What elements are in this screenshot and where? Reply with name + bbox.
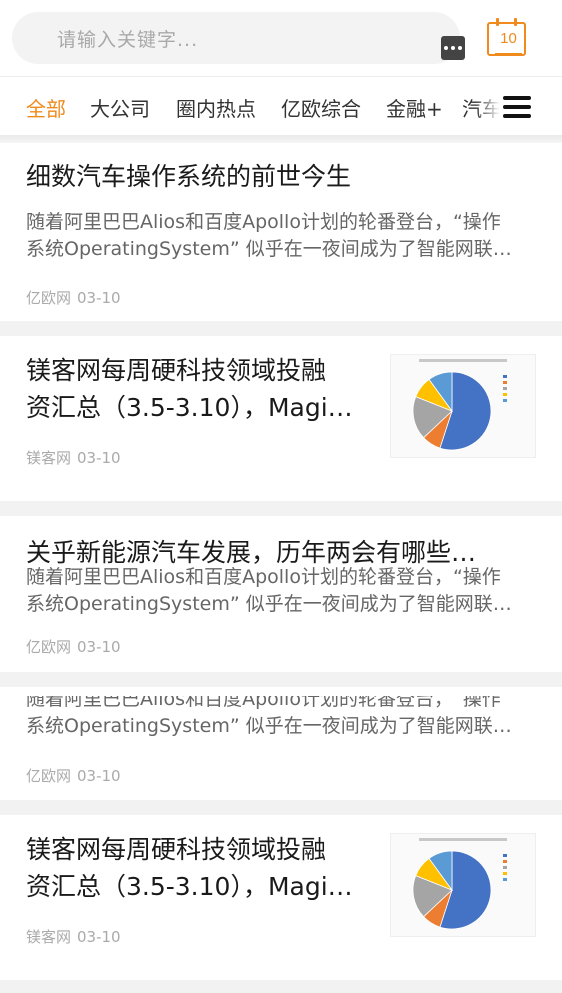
article-meta: 亿欧网 03-10 xyxy=(26,287,121,308)
card-separator xyxy=(0,980,562,993)
category-tabs: 全部 大公司 圈内热点 亿欧综合 金融+ 汽车 xyxy=(0,77,562,135)
article-date: 03-10 xyxy=(77,767,121,785)
article-source: 镁客网 xyxy=(26,449,72,467)
title-line: 镁客网每周硬科技领域投融 xyxy=(26,835,327,864)
pie-chart xyxy=(412,359,507,451)
calendar-ring-right xyxy=(514,18,517,26)
article-card[interactable]: 细数汽车操作系统的前世今生 随着阿里巴巴Alios和百度Apollo计划的轮番登… xyxy=(0,143,562,321)
calendar-underline xyxy=(495,53,522,55)
search-placeholder[interactable]: 请输入关键字... xyxy=(57,25,198,52)
calendar-day: 10 xyxy=(500,30,517,47)
legend-swatch xyxy=(503,872,507,875)
article-summary: 随着阿里巴巴Alios和百度Apollo计划的轮番登台，“操作 系统Operat… xyxy=(26,209,526,263)
article-source: 亿欧网 xyxy=(26,638,72,656)
pie-chart-thumbnail[interactable] xyxy=(390,354,536,458)
article-title: 镁客网每周硬科技领域投融 资汇总（3.5-3.10），Magi… xyxy=(26,831,376,905)
legend-swatch xyxy=(503,381,507,384)
tab-fade xyxy=(476,77,506,135)
card-separator xyxy=(0,800,562,815)
article-source: 亿欧网 xyxy=(26,289,72,307)
summary-line: 系统OperatingSystem” 似乎在一夜间成为了智能网联… xyxy=(26,593,512,615)
title-line: 资汇总（3.5-3.10），Magi… xyxy=(26,393,353,422)
card-separator xyxy=(0,501,562,516)
article-meta: 亿欧网 03-10 xyxy=(26,765,121,786)
article-meta: 亿欧网 03-10 xyxy=(26,636,121,657)
article-card[interactable]: 关乎新能源汽车发展，历年两会有哪些… 随着阿里巴巴Alios和百度Apollo计… xyxy=(0,516,562,672)
search-bar[interactable]: 请输入关键字... xyxy=(12,12,465,64)
summary-line: 随着阿里巴巴Alios和百度Apollo计划的轮番登台，“操作 xyxy=(26,211,501,233)
summary-clip: 随着阿里巴巴Alios和百度Apollo计划的轮番登台，“操作 系统Operat… xyxy=(26,564,526,616)
article-source: 亿欧网 xyxy=(26,767,72,785)
top-bar: 请输入关键字... 10 xyxy=(0,0,562,76)
article-meta: 镁客网 03-10 xyxy=(26,926,121,947)
card-separator xyxy=(0,672,562,687)
summary-line: 系统OperatingSystem” 似乎在一夜间成为了智能网联… xyxy=(26,715,512,737)
article-date: 03-10 xyxy=(77,638,121,656)
summary-line: 随着阿里巴巴Alios和百度Apollo计划的轮番登台，“操作 xyxy=(26,696,501,710)
legend-swatch xyxy=(503,866,507,869)
article-card[interactable]: 随着阿里巴巴Alios和百度Apollo计划的轮番登台，“操作 系统Operat… xyxy=(0,687,562,800)
article-title: 细数汽车操作系统的前世今生 xyxy=(26,162,352,191)
title-line: 资汇总（3.5-3.10），Magi… xyxy=(26,872,353,901)
title-line: 镁客网每周硬科技领域投融 xyxy=(26,356,327,385)
pie-chart xyxy=(412,838,507,930)
summary-line: 随着阿里巴巴Alios和百度Apollo计划的轮番登台，“操作 xyxy=(26,566,501,588)
legend-swatch xyxy=(503,393,507,396)
legend-swatch xyxy=(503,878,507,881)
more-dots-icon[interactable] xyxy=(441,36,465,60)
article-meta: 镁客网 03-10 xyxy=(26,447,121,468)
thumb-caption xyxy=(419,359,507,362)
article-date: 03-10 xyxy=(77,449,121,467)
summary-line: 系统OperatingSystem” 似乎在一夜间成为了智能网联… xyxy=(26,238,512,260)
article-summary: 随着阿里巴巴Alios和百度Apollo计划的轮番登台，“操作 系统Operat… xyxy=(26,560,526,616)
hamburger-menu-icon[interactable] xyxy=(503,96,531,118)
calendar-ring-left xyxy=(496,18,499,26)
article-source: 镁客网 xyxy=(26,928,72,946)
article-summary: 随着阿里巴巴Alios和百度Apollo计划的轮番登台，“操作 系统Operat… xyxy=(26,696,526,744)
legend-swatch xyxy=(503,860,507,863)
pie-chart-thumbnail[interactable] xyxy=(390,833,536,937)
legend-swatch xyxy=(503,399,507,402)
article-date: 03-10 xyxy=(77,289,121,307)
tab-big-companies[interactable]: 大公司 xyxy=(90,93,150,122)
tab-iyiou-general[interactable]: 亿欧综合 xyxy=(281,93,361,122)
tabs-shadow xyxy=(0,135,562,143)
article-date: 03-10 xyxy=(77,928,121,946)
article-card[interactable]: 镁客网每周硬科技领域投融 资汇总（3.5-3.10），Magi… 镁客网 03-1… xyxy=(0,815,562,980)
calendar-icon[interactable]: 10 xyxy=(487,18,526,57)
tab-all[interactable]: 全部 xyxy=(26,93,66,122)
calendar-frame: 10 xyxy=(487,22,526,56)
card-separator xyxy=(0,321,562,336)
legend-swatch xyxy=(503,375,507,378)
tab-finance[interactable]: 金融+ xyxy=(386,93,443,122)
article-title: 镁客网每周硬科技领域投融 资汇总（3.5-3.10），Magi… xyxy=(26,352,376,426)
legend-swatch xyxy=(503,854,507,857)
tab-hot-topics[interactable]: 圈内热点 xyxy=(176,93,256,122)
article-card[interactable]: 镁客网每周硬科技领域投融 资汇总（3.5-3.10），Magi… 镁客网 03-1… xyxy=(0,336,562,501)
legend-swatch xyxy=(503,387,507,390)
thumb-caption xyxy=(419,838,507,841)
